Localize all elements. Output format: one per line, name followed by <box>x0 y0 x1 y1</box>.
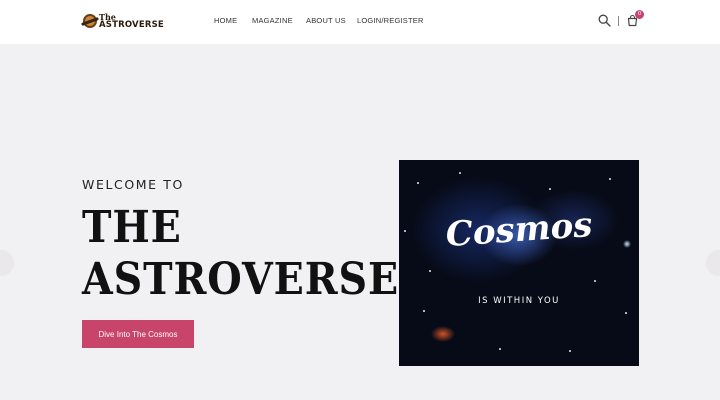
logo-wordmark: The ASTROVERSE <box>99 13 164 30</box>
site-logo[interactable]: The ASTROVERSE <box>83 12 164 30</box>
nav-item-about-us[interactable]: ABOUT US <box>306 16 346 25</box>
cosmos-subline: IS WITHIN YOU <box>478 296 560 306</box>
header-divider <box>618 16 619 26</box>
hero-intro-text: WELCOME TO <box>82 177 184 192</box>
dive-into-cosmos-button[interactable]: Dive Into The Cosmos <box>82 320 194 348</box>
cart-count-badge: 0 <box>635 10 644 19</box>
star <box>609 178 611 180</box>
star <box>423 310 425 312</box>
hero-title-line-1: THE <box>82 202 182 253</box>
star <box>499 348 501 350</box>
cart-icon[interactable]: 0 <box>626 10 644 28</box>
nav-item-magazine[interactable]: MAGAZINE <box>252 16 293 25</box>
star <box>549 188 551 190</box>
slider-prev-button[interactable] <box>0 250 14 276</box>
hero-title-line-2: ASTROVERSE <box>82 254 400 305</box>
search-icon[interactable] <box>598 14 612 28</box>
site-header: The ASTROVERSE HOME MAGAZINE ABOUT US LO… <box>0 0 720 44</box>
star <box>625 312 627 314</box>
star <box>459 172 461 174</box>
star <box>594 280 596 282</box>
logo-line-2: ASTROVERSE <box>99 19 164 30</box>
header-actions: 0 <box>598 10 644 29</box>
cosmos-headline: Cosmos <box>444 204 594 256</box>
planet-logo-icon <box>83 14 97 28</box>
cosmos-banner-image: Cosmos IS WITHIN YOU <box>399 160 639 366</box>
nav-item-login-register[interactable]: LOGIN/REGISTER <box>357 16 424 25</box>
star <box>417 182 419 184</box>
nav-item-home[interactable]: HOME <box>214 16 237 25</box>
slider-next-button[interactable] <box>706 250 720 276</box>
star <box>569 350 571 352</box>
hero-title: THE ASTROVERSE <box>82 202 399 306</box>
star <box>429 270 431 272</box>
